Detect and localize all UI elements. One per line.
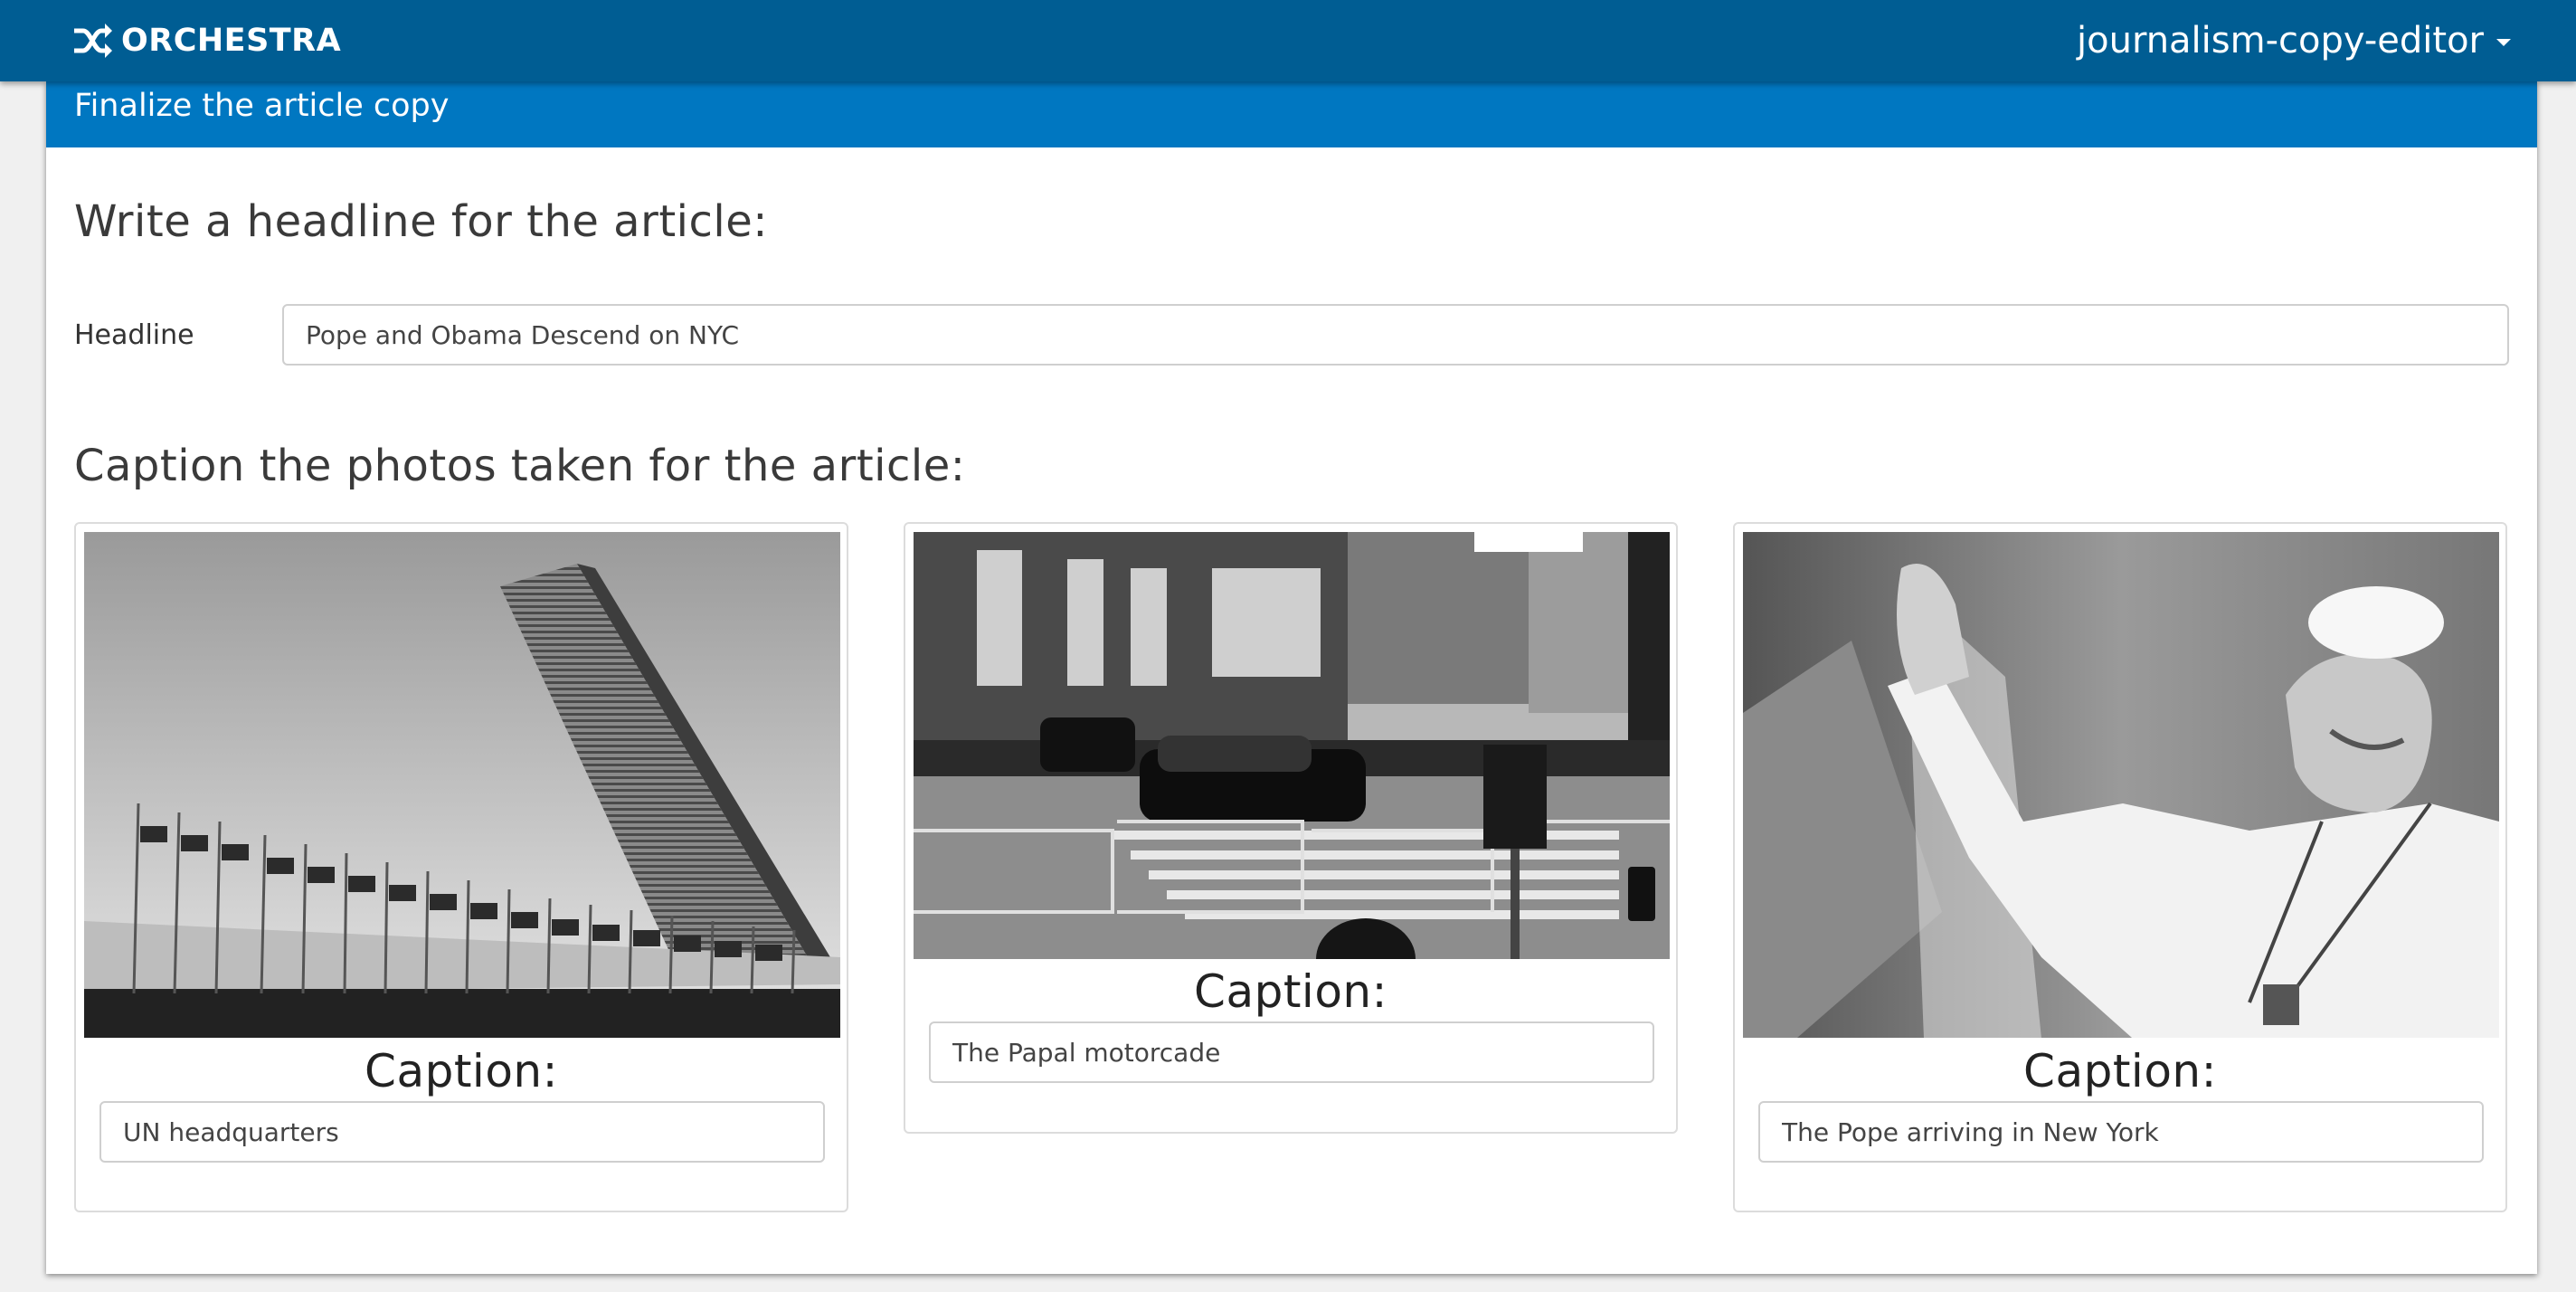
headline-input[interactable] (282, 304, 2509, 366)
caret-down-icon (2496, 39, 2511, 46)
caption-label-1: Caption: (365, 1045, 558, 1097)
photo-card-1: Caption: (74, 522, 848, 1212)
photo-card-2: Caption: (904, 522, 1678, 1134)
caption-input-3[interactable] (1758, 1101, 2484, 1163)
captions-section-title: Caption the photos taken for the article… (74, 441, 966, 491)
brand-logo[interactable]: ORCHESTRA (72, 14, 341, 67)
task-panel: Finalize the article copy Write a headli… (46, 81, 2537, 1274)
caption-input-2[interactable] (929, 1021, 1654, 1083)
user-menu-label: journalism-copy-editor (2077, 20, 2484, 62)
photo-pope-arriving (1743, 532, 2499, 1038)
caption-input-1[interactable] (99, 1101, 825, 1163)
photo-card-3: Caption: (1733, 522, 2507, 1212)
photo-papal-motorcade (914, 532, 1670, 959)
caption-label-3: Caption: (2023, 1045, 2217, 1097)
shuffle-icon (74, 24, 112, 58)
user-menu-dropdown[interactable]: journalism-copy-editor (2077, 14, 2511, 67)
photo-un-headquarters (84, 532, 840, 1038)
headline-label: Headline (74, 319, 194, 351)
brand-name: ORCHESTRA (121, 23, 342, 59)
headline-section-title: Write a headline for the article: (74, 196, 768, 247)
top-navbar: ORCHESTRA journalism-copy-editor (0, 0, 2576, 81)
caption-label-2: Caption: (1194, 965, 1387, 1018)
task-title: Finalize the article copy (74, 88, 450, 124)
panel-heading: Finalize the article copy (46, 81, 2537, 147)
